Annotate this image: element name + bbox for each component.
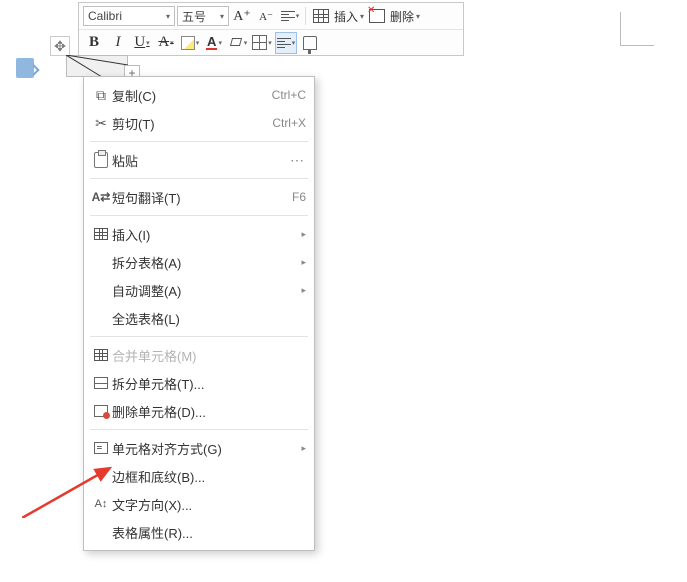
split-cells-icon: [90, 377, 112, 389]
delete-label: 删除: [388, 8, 416, 25]
separator: [90, 336, 308, 337]
font-color-button[interactable]: A: [203, 32, 225, 54]
more-icon: ⋯: [290, 152, 306, 169]
bold-button[interactable]: B: [83, 32, 105, 54]
highlight-button[interactable]: [179, 32, 201, 54]
table-delete-icon: [369, 9, 385, 23]
delete-cells-icon: [90, 405, 112, 417]
menu-insert[interactable]: 插入(I) ▸: [84, 220, 314, 248]
menu-delete-cells-label: 删除单元格(D)...: [112, 402, 306, 421]
shrink-font-button[interactable]: A⁻: [255, 5, 277, 27]
menu-split-table-label: 拆分表格(A): [112, 253, 296, 272]
separator: [90, 141, 308, 142]
chevron-down-icon: ▾: [166, 12, 170, 21]
format-painter-icon: [303, 36, 317, 50]
chevron-down-icon: ▾: [416, 12, 420, 21]
menu-copy-accel: Ctrl+C: [260, 88, 306, 102]
menu-borders-shading[interactable]: 边框和底纹(B)...: [84, 462, 314, 490]
table-insert-icon: [313, 9, 329, 23]
grow-font-button[interactable]: A⁺: [231, 5, 253, 27]
insert-label: 插入: [332, 8, 360, 25]
menu-copy-label: 复制(C): [112, 86, 260, 105]
paste-icon: [90, 152, 112, 168]
delete-table-group[interactable]: 删除 ▾: [366, 5, 420, 27]
text-direction-icon: A↕: [90, 498, 112, 510]
italic-button[interactable]: I: [107, 32, 129, 54]
menu-cut[interactable]: ✂ 剪切(T) Ctrl+X: [84, 109, 314, 137]
menu-translate-accel: F6: [260, 190, 306, 204]
menu-delete-cells[interactable]: 删除单元格(D)...: [84, 397, 314, 425]
cell-align-icon: [90, 442, 112, 454]
shading-button[interactable]: [227, 32, 249, 54]
translate-icon: A⇄: [90, 190, 112, 204]
chevron-down-icon: ▾: [360, 12, 364, 21]
submenu-arrow-icon: ▸: [296, 443, 306, 454]
menu-select-table-label: 全选表格(L): [112, 309, 306, 328]
highlight-icon: [181, 36, 195, 50]
font-size-value: 五号: [182, 8, 206, 25]
separator: [305, 7, 306, 25]
font-name-combo[interactable]: Calibri ▾: [83, 6, 175, 26]
underline-button[interactable]: U: [131, 32, 153, 54]
formatting-toolbar: Calibri ▾ 五号 ▾ A⁺ A⁻ 插入 ▾ 删除 ▾ B I U A A: [78, 2, 464, 56]
menu-table-properties-label: 表格属性(R)...: [112, 523, 306, 542]
strikethrough-button[interactable]: A: [155, 32, 177, 54]
menu-cut-label: 剪切(T): [112, 114, 260, 133]
scissors-icon: ✂: [90, 115, 112, 132]
menu-text-direction-label: 文字方向(X)...: [112, 495, 306, 514]
separator: [90, 429, 308, 430]
font-color-icon: A: [206, 36, 217, 50]
line-spacing-button[interactable]: [279, 5, 301, 27]
merge-cells-icon: [90, 349, 112, 361]
format-painter-button[interactable]: [299, 32, 321, 54]
align-icon: [277, 38, 291, 48]
menu-autofit[interactable]: 自动调整(A) ▸: [84, 276, 314, 304]
menu-split-cells[interactable]: 拆分单元格(T)...: [84, 369, 314, 397]
menu-merge-cells: 合并单元格(M): [84, 341, 314, 369]
context-menu: ⧉ 复制(C) Ctrl+C ✂ 剪切(T) Ctrl+X 粘贴 ⋯ A⇄ 短句…: [83, 76, 315, 551]
borders-icon: [252, 35, 267, 50]
copy-icon: ⧉: [90, 87, 112, 104]
menu-borders-shading-label: 边框和底纹(B)...: [112, 467, 306, 486]
chevron-down-icon: ▾: [220, 12, 224, 21]
menu-insert-label: 插入(I): [112, 225, 296, 244]
borders-button[interactable]: [251, 32, 273, 54]
menu-cell-alignment[interactable]: 单元格对齐方式(G) ▸: [84, 434, 314, 462]
menu-text-direction[interactable]: A↕ 文字方向(X)...: [84, 490, 314, 518]
insert-table-group[interactable]: 插入 ▾: [310, 5, 364, 27]
menu-paste-label: 粘贴: [112, 151, 290, 170]
separator: [90, 178, 308, 179]
submenu-arrow-icon: ▸: [296, 229, 306, 240]
menu-cell-alignment-label: 单元格对齐方式(G): [112, 439, 296, 458]
submenu-arrow-icon: ▸: [296, 285, 306, 296]
font-name-value: Calibri: [88, 9, 122, 23]
menu-table-properties[interactable]: 表格属性(R)...: [84, 518, 314, 546]
submenu-arrow-icon: ▸: [296, 257, 306, 268]
sidebar-document-icon[interactable]: [16, 58, 34, 78]
menu-split-table[interactable]: 拆分表格(A) ▸: [84, 248, 314, 276]
menu-translate[interactable]: A⇄ 短句翻译(T) F6: [84, 183, 314, 211]
alignment-button[interactable]: [275, 32, 297, 54]
page-corner: [620, 12, 654, 46]
menu-copy[interactable]: ⧉ 复制(C) Ctrl+C: [84, 81, 314, 109]
menu-split-cells-label: 拆分单元格(T)...: [112, 374, 306, 393]
menu-cut-accel: Ctrl+X: [260, 116, 306, 130]
table-icon: [90, 228, 112, 240]
menu-select-table[interactable]: 全选表格(L): [84, 304, 314, 332]
menu-autofit-label: 自动调整(A): [112, 281, 296, 300]
menu-translate-label: 短句翻译(T): [112, 188, 260, 207]
menu-paste[interactable]: 粘贴 ⋯: [84, 146, 314, 174]
font-size-combo[interactable]: 五号 ▾: [177, 6, 229, 26]
table-move-handle[interactable]: ✥: [50, 36, 70, 56]
separator: [90, 215, 308, 216]
line-spacing-icon: [281, 11, 295, 21]
menu-merge-cells-label: 合并单元格(M): [112, 346, 306, 365]
bucket-icon: [229, 36, 243, 50]
